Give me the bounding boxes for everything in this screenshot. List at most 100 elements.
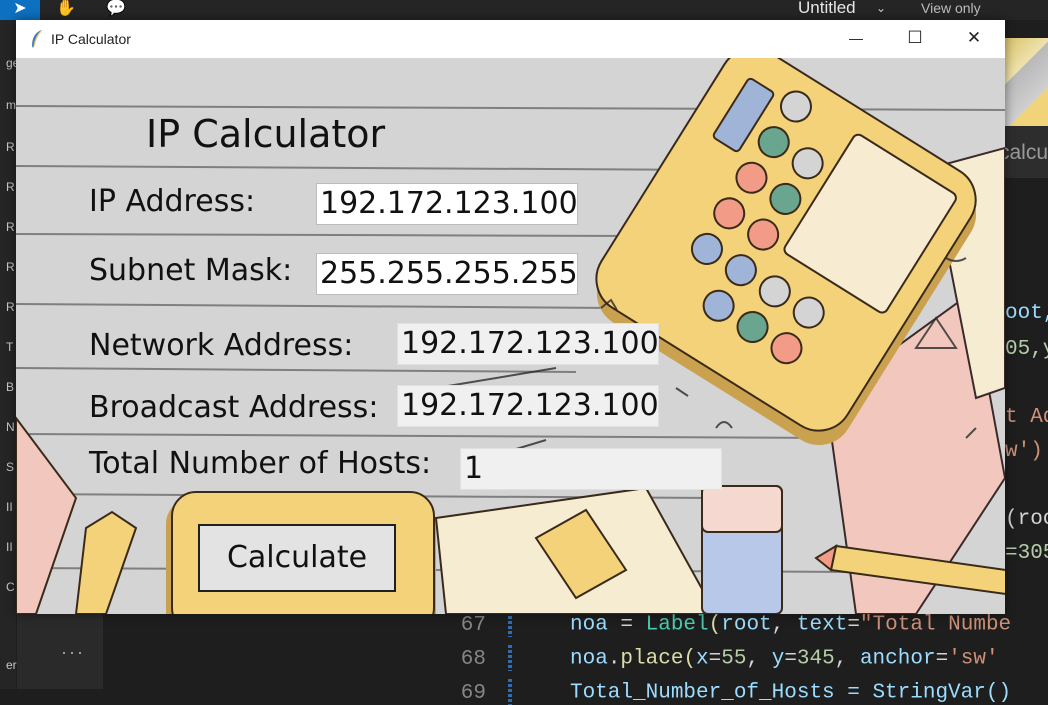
bottom-left-strip: er [0, 614, 17, 689]
right-code-fragment: oot, [1005, 302, 1048, 325]
editor-tab-calculator[interactable]: calcu [1005, 126, 1048, 178]
subnet-mask-value: 255.255.255.255 [320, 256, 578, 291]
network-address-label: Network Address: [89, 328, 354, 363]
code-token: = [935, 647, 949, 671]
left-strip-letter: II [6, 540, 13, 554]
left-strip-letter: R [6, 300, 15, 314]
tk-feather-icon [32, 30, 42, 48]
subnet-mask-input[interactable]: 255.255.255.255 [316, 253, 578, 295]
code-token: 345 [796, 647, 835, 671]
hand-tool-icon[interactable]: ✋ [52, 0, 80, 20]
editor-left-sidebar: gemeRRRRRTBNSIIIICee [0, 20, 16, 689]
preview-thumbnail [1005, 38, 1048, 126]
left-strip-letter: S [6, 460, 15, 474]
code-token: . [607, 647, 621, 671]
left-strip-letter: T [6, 340, 14, 354]
network-address-value: 192.172.123.100 [401, 326, 659, 361]
broadcast-address-output[interactable]: 192.172.123.100 [397, 385, 659, 427]
maximize-icon: ☐ [907, 28, 923, 47]
window-title-bar[interactable]: IP Calculator — ☐ ✕ [16, 20, 1005, 58]
code-token: y [771, 647, 785, 671]
broadcast-address-label: Broadcast Address: [89, 390, 379, 425]
maximize-button[interactable]: ☐ [886, 20, 944, 58]
minimize-button[interactable]: — [827, 20, 885, 58]
code-token: x [696, 647, 709, 671]
gutter-marker [508, 645, 512, 671]
code-line[interactable]: 67 noa = Label(root, text="Total Numbe [440, 611, 1011, 637]
total-hosts-value: 1 [464, 451, 484, 486]
editor-top-bar: ➤ ✋ 💬 Untitled ⌄ View only [0, 0, 1048, 20]
ip-address-input[interactable]: 192.172.123.100 [316, 183, 578, 225]
editor-right-panel: calcu oot, 05,y t Ad w') (roo =305 [1005, 20, 1048, 614]
comment-tool-icon[interactable]: 💬 [102, 0, 130, 20]
document-title[interactable]: Untitled [798, 0, 856, 16]
ip-address-label: IP Address: [89, 184, 256, 219]
code-token: anchor [859, 647, 936, 671]
left-strip-letter: N [6, 420, 15, 434]
code-token: noa [570, 613, 608, 637]
code-token: = [847, 613, 860, 637]
left-strip-letter: II [6, 500, 13, 514]
code-token: Label [645, 613, 709, 637]
right-code-fragment: w') [1005, 440, 1043, 463]
right-code-fragment: 05,y [1005, 338, 1048, 361]
ip-calculator-window: IP Calculator — ☐ ✕ IP Calculator IP Add… [16, 20, 1005, 614]
broadcast-address-value: 192.172.123.100 [401, 388, 659, 423]
code-token: , [834, 647, 860, 671]
code-token: Total_Number_of_Hosts = StringVar() [570, 681, 1012, 705]
subnet-mask-label: Subnet Mask: [89, 253, 293, 288]
code-token: place [620, 647, 684, 671]
right-code-fragment: =305 [1005, 542, 1048, 565]
pointer-icon: ➤ [13, 0, 27, 17]
code-token: text [796, 613, 848, 637]
pointer-tool-button[interactable]: ➤ [0, 0, 40, 20]
code-token: root [721, 613, 772, 637]
code-token: "Total Numbe [859, 613, 1012, 637]
close-button[interactable]: ✕ [945, 20, 1003, 58]
line-number: 67 [460, 613, 486, 637]
view-mode-label[interactable]: View only [921, 0, 981, 16]
left-strip-letter: B [6, 380, 15, 394]
code-token: 55 [721, 647, 747, 671]
network-address-output[interactable]: 192.172.123.100 [397, 323, 659, 365]
left-strip-letter: R [6, 180, 15, 194]
left-strip-letter: R [6, 260, 15, 274]
left-strip-letter: R [6, 140, 15, 154]
code-token: , [771, 613, 797, 637]
left-strip-letter: C [6, 580, 15, 594]
line-number: 69 [460, 681, 486, 705]
code-token: ( [683, 647, 697, 671]
editor-tab-label: calcu [1005, 141, 1048, 164]
left-strip-letter: er [6, 658, 17, 672]
chevron-down-icon[interactable]: ⌄ [876, 0, 886, 16]
gutter-marker [508, 611, 512, 637]
total-hosts-label: Total Number of Hosts: [89, 446, 432, 481]
right-code-fragment: t Ad [1005, 406, 1048, 429]
window-title: IP Calculator [51, 31, 131, 47]
code-token: = [708, 647, 722, 671]
gutter-marker [508, 679, 512, 705]
code-editor-area: er ··· 67 noa = Label(root, text="Total N… [0, 611, 1048, 705]
code-token: ( [708, 613, 722, 637]
code-token: = [784, 647, 797, 671]
right-code-fragment: (roo [1005, 508, 1048, 531]
left-strip-letter: me [6, 98, 16, 112]
code-token: , [746, 647, 772, 671]
minimize-icon: — [849, 30, 863, 46]
left-strip-letter: ge [6, 56, 16, 70]
calculator-background: IP Calculator IP Address: 192.172.123.10… [16, 58, 1005, 614]
code-token: = [607, 613, 646, 637]
more-dots-icon: ··· [61, 642, 85, 662]
code-token: 'sw' [948, 647, 999, 671]
more-actions-button[interactable]: ··· [17, 614, 103, 689]
total-hosts-output[interactable]: 1 [460, 448, 722, 490]
app-heading: IP Calculator [146, 112, 386, 156]
code-line[interactable]: 68 noa.place(x=55, y=345, anchor='sw' [440, 645, 999, 671]
close-icon: ✕ [966, 28, 982, 47]
ip-address-value: 192.172.123.100 [320, 186, 578, 221]
line-number: 68 [460, 647, 486, 671]
code-token: noa [570, 647, 608, 671]
left-strip-letter: R [6, 220, 15, 234]
calculate-button[interactable]: Calculate [198, 524, 396, 592]
code-line[interactable]: 69 Total_Number_of_Hosts = StringVar() [440, 679, 1011, 705]
